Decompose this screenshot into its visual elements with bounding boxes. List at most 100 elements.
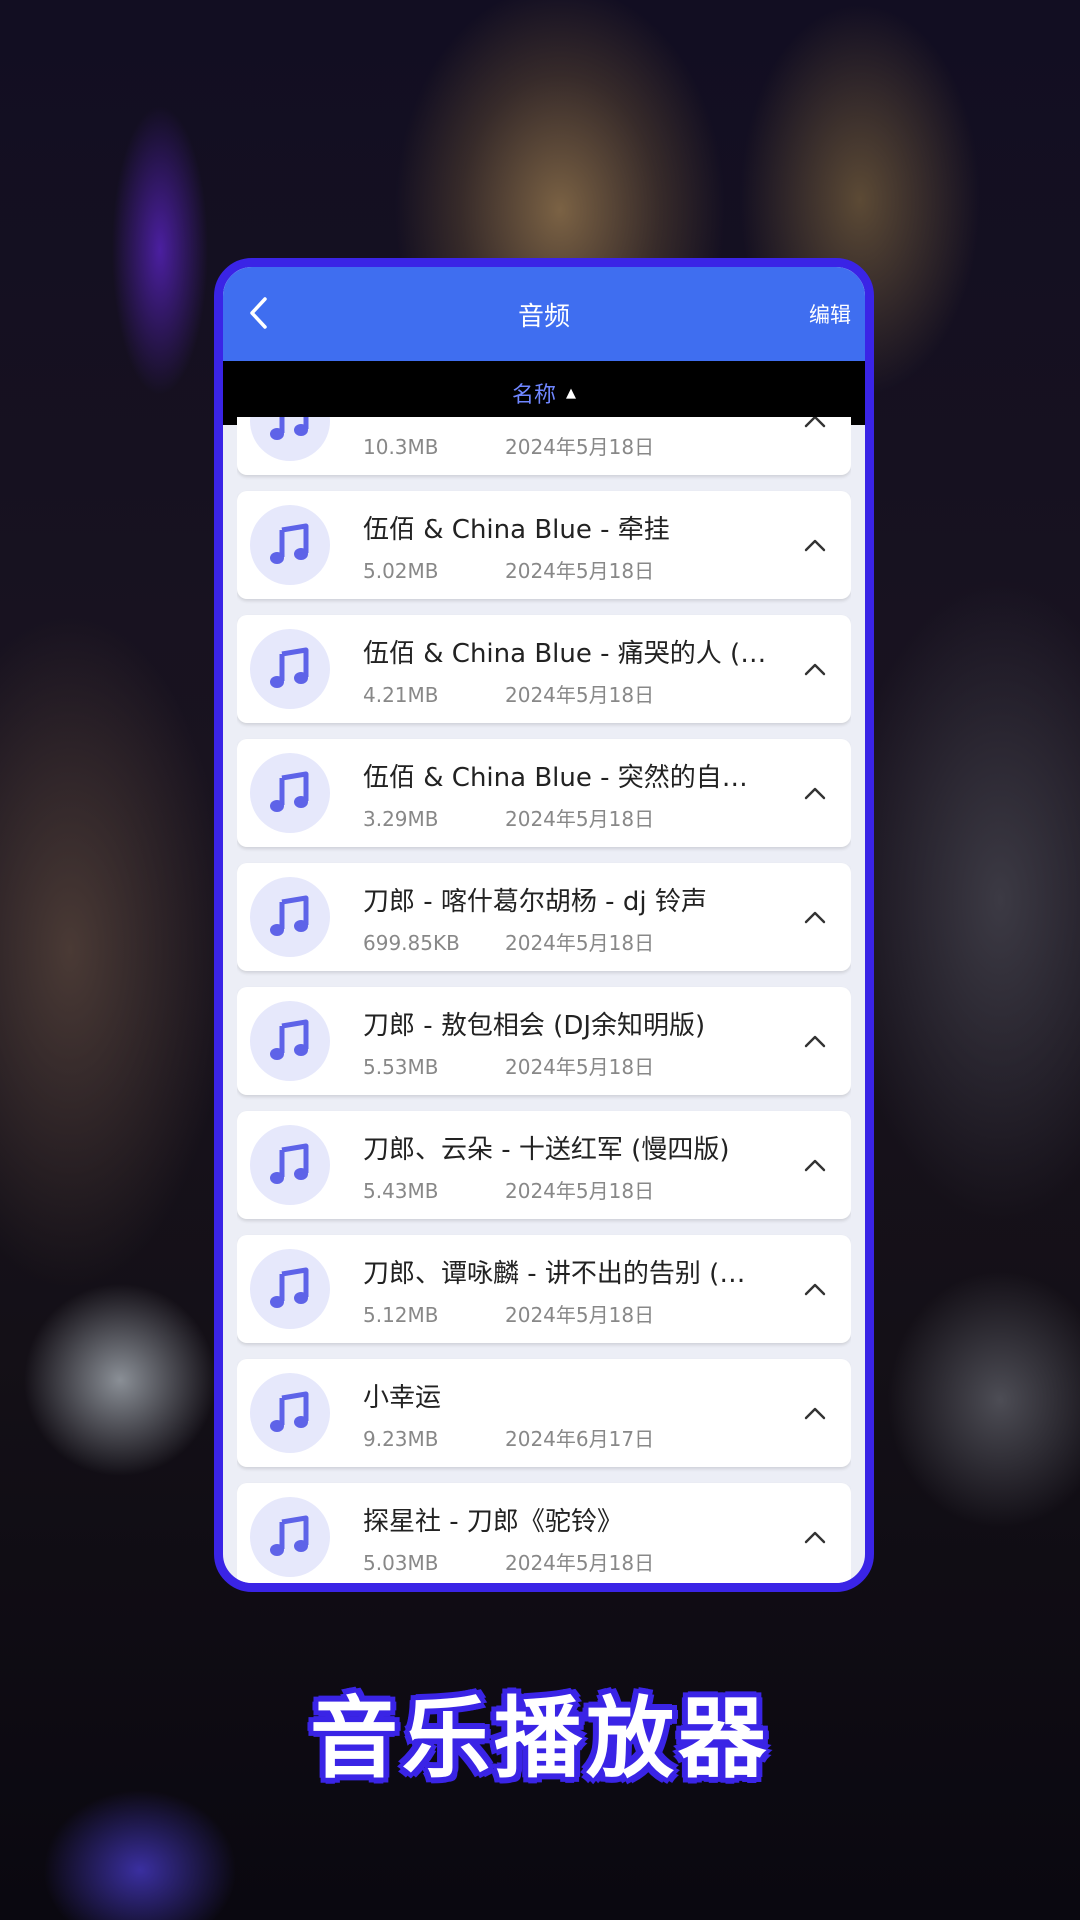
- file-size: 10.3MB: [363, 435, 439, 459]
- file-date: 2024年5月18日: [505, 1303, 655, 1327]
- file-date: 2024年5月18日: [505, 807, 655, 831]
- list-item[interactable]: 刀郎、谭咏麟 - 讲不出的告别 (… 5.12MB 2024年5月18日: [237, 1235, 851, 1343]
- file-meta: 5.53MB 2024年5月18日: [363, 1051, 654, 1080]
- music-note-icon: [270, 1391, 309, 1432]
- expand-button[interactable]: [801, 1151, 829, 1179]
- music-icon-badge: [250, 1497, 330, 1577]
- chevron-up-icon: [804, 417, 826, 428]
- chevron-up-icon: [804, 1407, 826, 1420]
- file-meta: 5.02MB 2024年5月18日: [363, 555, 654, 584]
- file-size: 5.12MB: [363, 1303, 439, 1327]
- music-icon-badge: [250, 417, 330, 461]
- music-note-icon: [270, 895, 309, 936]
- chevron-left-icon: [250, 297, 267, 329]
- list-item[interactable]: 伍佰 & China Blue - 牵挂 5.02MB 2024年5月18日: [237, 491, 851, 599]
- file-name: 小幸运: [363, 1383, 442, 1413]
- file-name: 刀郎 - 敖包相会 (DJ余知明版): [363, 1011, 706, 1041]
- music-note-icon: [270, 523, 309, 564]
- file-meta: 9.23MB 2024年6月17日: [363, 1423, 654, 1452]
- chevron-up-icon: [804, 539, 826, 552]
- expand-button[interactable]: [801, 903, 829, 931]
- file-name: 探星社 - 刀郎《驼铃》: [363, 1507, 623, 1537]
- list-item[interactable]: 刀郎 - 敖包相会 (DJ余知明版) 5.53MB 2024年5月18日: [237, 987, 851, 1095]
- file-meta: 4.21MB 2024年5月18日: [363, 679, 654, 708]
- file-size: 4.21MB: [363, 683, 439, 707]
- file-meta: 3.29MB 2024年5月18日: [363, 803, 654, 832]
- file-date: 2024年6月17日: [505, 1427, 655, 1451]
- file-size: 5.02MB: [363, 559, 439, 583]
- music-note-icon: [270, 1515, 309, 1556]
- list-item[interactable]: 伍佰 & China Blue - 痛哭的人 (… 4.21MB 2024年5月18…: [237, 615, 851, 723]
- chevron-up-icon: [804, 1159, 826, 1172]
- list-item[interactable]: 10.3MB 2024年5月18日: [237, 417, 851, 475]
- music-note-icon: [270, 1019, 309, 1060]
- expand-button[interactable]: [801, 655, 829, 683]
- music-icon-badge: [250, 753, 330, 833]
- chevron-up-icon: [804, 1283, 826, 1296]
- chevron-up-icon: [804, 663, 826, 676]
- file-date: 2024年5月18日: [505, 1179, 655, 1203]
- expand-button[interactable]: [801, 1275, 829, 1303]
- music-note-icon: [270, 771, 309, 812]
- list-item[interactable]: 刀郎、云朵 - 十送红军 (慢四版) 5.43MB 2024年5月18日: [237, 1111, 851, 1219]
- file-size: 3.29MB: [363, 807, 439, 831]
- chevron-up-icon: [804, 787, 826, 800]
- file-meta: 699.85KB 2024年5月18日: [363, 927, 654, 956]
- file-date: 2024年5月18日: [505, 683, 655, 707]
- expand-button[interactable]: [801, 1523, 829, 1551]
- file-size: 5.03MB: [363, 1551, 439, 1575]
- music-icon-badge: [250, 629, 330, 709]
- file-size: 9.23MB: [363, 1427, 439, 1451]
- music-note-icon: [270, 417, 309, 440]
- expand-button[interactable]: [801, 779, 829, 807]
- edit-button[interactable]: 编辑: [809, 299, 851, 329]
- file-name: 伍佰 & China Blue - 痛哭的人 (…: [363, 639, 767, 669]
- music-note-icon: [270, 1267, 309, 1308]
- expand-button[interactable]: [801, 1027, 829, 1055]
- music-icon-badge: [250, 877, 330, 957]
- file-meta: 10.3MB 2024年5月18日: [363, 431, 654, 460]
- file-date: 2024年5月18日: [505, 1055, 655, 1079]
- list-item[interactable]: 小幸运 9.23MB 2024年6月17日: [237, 1359, 851, 1467]
- file-list: 10.3MB 2024年5月18日 伍佰 & China Blue - 牵挂 5.02…: [237, 417, 851, 1583]
- music-icon-badge: [250, 1373, 330, 1453]
- sort-bar[interactable]: 名称 ▲: [223, 361, 865, 425]
- file-meta: 5.43MB 2024年5月18日: [363, 1175, 654, 1204]
- music-note-icon: [270, 647, 309, 688]
- music-icon-badge: [250, 1249, 330, 1329]
- file-name: 刀郎 - 喀什葛尔胡杨 - dj 铃声: [363, 887, 707, 917]
- file-size: 5.43MB: [363, 1179, 439, 1203]
- page-title: 音频: [517, 301, 570, 332]
- expand-button[interactable]: [801, 531, 829, 559]
- list-item[interactable]: 伍佰 & China Blue - 突然的自… 3.29MB 2024年5月18日: [237, 739, 851, 847]
- file-name: 伍佰 & China Blue - 牵挂: [363, 515, 670, 545]
- list-item[interactable]: 探星社 - 刀郎《驼铃》 5.03MB 2024年5月18日: [237, 1483, 851, 1583]
- file-size: 699.85KB: [363, 931, 460, 955]
- app-bar: 音频 编辑: [223, 267, 865, 361]
- list-item[interactable]: 刀郎 - 喀什葛尔胡杨 - dj 铃声 699.85KB 2024年5月18日: [237, 863, 851, 971]
- promo-caption: 音乐播放器: [309, 1687, 770, 1790]
- file-date: 2024年5月18日: [505, 1551, 655, 1575]
- file-date: 2024年5月18日: [505, 559, 655, 583]
- chevron-up-icon: [804, 1035, 826, 1048]
- music-icon-badge: [250, 1001, 330, 1081]
- file-meta: 5.12MB 2024年5月18日: [363, 1299, 654, 1328]
- file-meta: 5.03MB 2024年5月18日: [363, 1547, 654, 1576]
- phone-screen: 音频 编辑 名称 ▲ 10.3MB 2024年5月18日 伍佰 & China Bl…: [214, 258, 874, 1592]
- music-note-icon: [270, 1143, 309, 1184]
- sort-label: 名称: [511, 383, 556, 408]
- file-name: 伍佰 & China Blue - 突然的自…: [363, 763, 748, 793]
- file-name: 刀郎、谭咏麟 - 讲不出的告别 (…: [363, 1259, 746, 1289]
- chevron-up-icon: [804, 1531, 826, 1544]
- sort-arrow-icon: ▲: [566, 385, 576, 401]
- expand-button[interactable]: [801, 1399, 829, 1427]
- back-button[interactable]: [237, 291, 281, 335]
- music-icon-badge: [250, 1125, 330, 1205]
- file-name: 刀郎、云朵 - 十送红军 (慢四版): [363, 1135, 730, 1165]
- expand-button[interactable]: [801, 417, 829, 435]
- file-size: 5.53MB: [363, 1055, 439, 1079]
- file-date: 2024年5月18日: [505, 435, 655, 459]
- file-date: 2024年5月18日: [505, 931, 655, 955]
- music-icon-badge: [250, 505, 330, 585]
- chevron-up-icon: [804, 911, 826, 924]
